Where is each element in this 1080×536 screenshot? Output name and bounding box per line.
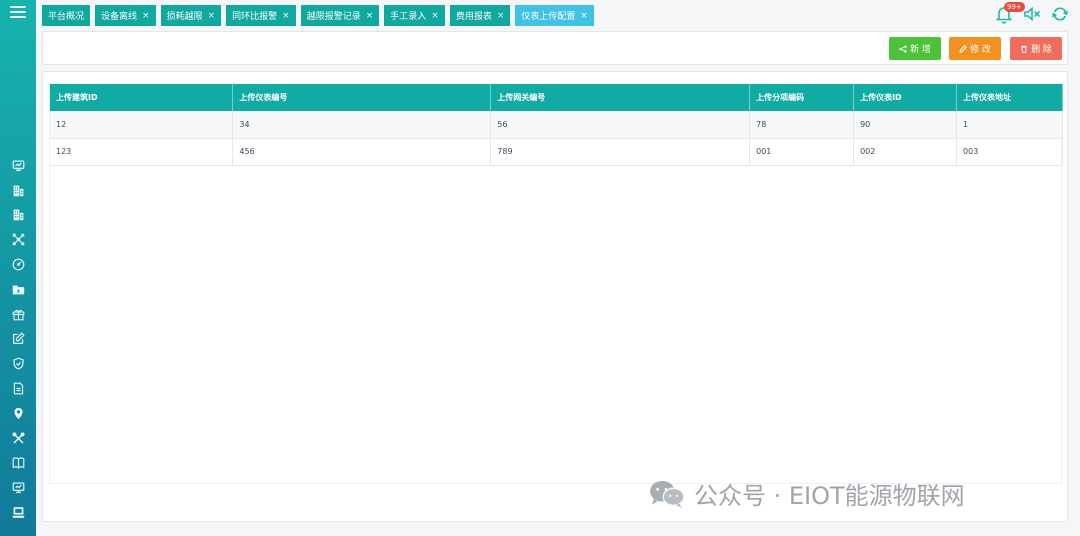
meter-upload-table: 上传建筑ID 上传仪表编号 上传网关编号 上传分项编码 上传仪表ID 上传仪表地… bbox=[50, 84, 1063, 166]
close-icon[interactable]: × bbox=[208, 11, 216, 21]
monitor-icon[interactable] bbox=[0, 475, 36, 500]
refresh-icon[interactable] bbox=[1050, 4, 1070, 24]
gift-icon[interactable] bbox=[0, 302, 36, 327]
close-icon[interactable]: × bbox=[580, 11, 588, 21]
table-cell: 56 bbox=[490, 111, 751, 139]
toolbar: 新 增 修 改 删 除 bbox=[42, 31, 1068, 65]
table-header-row: 上传建筑ID 上传仪表编号 上传网关编号 上传分项编码 上传仪表ID 上传仪表地… bbox=[50, 84, 1063, 111]
close-icon[interactable]: × bbox=[282, 11, 290, 21]
add-button-label: 新 增 bbox=[910, 45, 931, 55]
menu-toggle-icon[interactable] bbox=[10, 6, 26, 20]
bell-icon[interactable]: 99+ bbox=[994, 2, 1025, 24]
edit-icon[interactable] bbox=[0, 327, 36, 352]
column-header[interactable]: 上传建筑ID bbox=[50, 84, 234, 111]
network-icon[interactable] bbox=[0, 227, 36, 252]
tab-manual-entry[interactable]: 手工录入 × bbox=[384, 5, 445, 26]
table-container: 上传建筑ID 上传仪表编号 上传网关编号 上传分项编码 上传仪表ID 上传仪表地… bbox=[49, 83, 1063, 484]
delete-button[interactable]: 删 除 bbox=[1010, 37, 1062, 60]
sidebar-nav bbox=[0, 153, 36, 525]
mute-icon[interactable] bbox=[1022, 4, 1042, 24]
table-cell: 001 bbox=[749, 138, 855, 166]
document-icon[interactable] bbox=[0, 376, 36, 401]
table-cell: 789 bbox=[490, 138, 751, 166]
tab-label: 同环比报警 bbox=[232, 12, 278, 22]
tab-bar: 平台概况 设备离线 × 损耗越限 × 同环比报警 × 越限报警记录 × 手工录入 × 费用… bbox=[42, 5, 594, 26]
tab-label: 费用报表 bbox=[455, 12, 492, 22]
table-cell: 456 bbox=[232, 138, 492, 166]
building-icon[interactable] bbox=[0, 178, 36, 203]
edit-button[interactable]: 修 改 bbox=[949, 37, 1001, 60]
column-header[interactable]: 上传仪表地址 bbox=[956, 84, 1063, 111]
book-icon[interactable] bbox=[0, 451, 36, 476]
close-icon[interactable]: × bbox=[497, 11, 505, 21]
table-cell: 34 bbox=[232, 111, 492, 139]
sidebar bbox=[0, 0, 36, 536]
location-icon[interactable] bbox=[0, 401, 36, 426]
building-icon[interactable] bbox=[0, 203, 36, 228]
table-cell: 90 bbox=[853, 111, 958, 139]
tab-label: 仪表上传配置 bbox=[521, 12, 576, 22]
pencil-icon bbox=[959, 44, 967, 52]
gauge-icon[interactable] bbox=[0, 252, 36, 277]
wechat-icon bbox=[650, 480, 685, 508]
terminal-icon[interactable] bbox=[0, 500, 36, 525]
trash-icon bbox=[1021, 45, 1027, 53]
table-row[interactable]: 12 34 56 78 90 1 bbox=[50, 111, 1063, 139]
monitor-icon[interactable] bbox=[0, 153, 36, 178]
tab-cost-report[interactable]: 费用报表 × bbox=[449, 5, 511, 26]
table-cell: 123 bbox=[50, 138, 234, 166]
tab-label: 损耗越限 bbox=[166, 12, 203, 22]
column-header[interactable]: 上传网关编号 bbox=[490, 84, 751, 111]
folder-icon[interactable] bbox=[0, 277, 36, 302]
header-actions: 99+ bbox=[994, 2, 1070, 24]
table-cell: 1 bbox=[956, 111, 1063, 139]
tab-label: 越限报警记录 bbox=[306, 12, 361, 22]
close-icon[interactable]: × bbox=[142, 11, 150, 21]
tab-limit-alarm-records[interactable]: 越限报警记录 × bbox=[300, 5, 380, 26]
tab-meter-upload-config[interactable]: 仪表上传配置 × bbox=[515, 5, 594, 26]
tab-yoy-alarm[interactable]: 同环比报警 × bbox=[226, 5, 296, 26]
tab-label: 设备离线 bbox=[101, 12, 138, 22]
table-row[interactable]: 123 456 789 001 002 003 bbox=[50, 138, 1063, 166]
delete-button-label: 删 除 bbox=[1031, 45, 1052, 55]
column-header[interactable]: 上传仪表编号 bbox=[232, 84, 492, 111]
tab-label: 平台概况 bbox=[48, 12, 85, 22]
column-header[interactable]: 上传仪表ID bbox=[853, 84, 958, 111]
tab-device-offline[interactable]: 设备离线 × bbox=[95, 5, 156, 26]
share-icon bbox=[899, 44, 907, 53]
table-cell: 003 bbox=[956, 138, 1063, 166]
tools-icon[interactable] bbox=[0, 426, 36, 451]
watermark: 公众号 · EIOT能源物联网 bbox=[648, 476, 965, 511]
edit-button-label: 修 改 bbox=[970, 45, 991, 55]
add-button[interactable]: 新 增 bbox=[889, 37, 941, 60]
watermark-text: 公众号 · EIOT能源物联网 bbox=[694, 482, 965, 510]
close-icon[interactable]: × bbox=[431, 11, 439, 21]
table-cell: 78 bbox=[749, 111, 855, 139]
close-icon[interactable]: × bbox=[366, 11, 374, 21]
shield-icon[interactable] bbox=[0, 351, 36, 376]
column-header[interactable]: 上传分项编码 bbox=[749, 84, 855, 111]
tab-label: 手工录入 bbox=[390, 12, 427, 22]
tab-loss-limit[interactable]: 损耗越限 × bbox=[160, 5, 222, 26]
table-cell: 002 bbox=[853, 138, 958, 166]
tab-platform-overview[interactable]: 平台概况 bbox=[42, 5, 91, 26]
table-cell: 12 bbox=[50, 111, 234, 139]
content-panel: 上传建筑ID 上传仪表编号 上传网关编号 上传分项编码 上传仪表ID 上传仪表地… bbox=[42, 71, 1068, 522]
